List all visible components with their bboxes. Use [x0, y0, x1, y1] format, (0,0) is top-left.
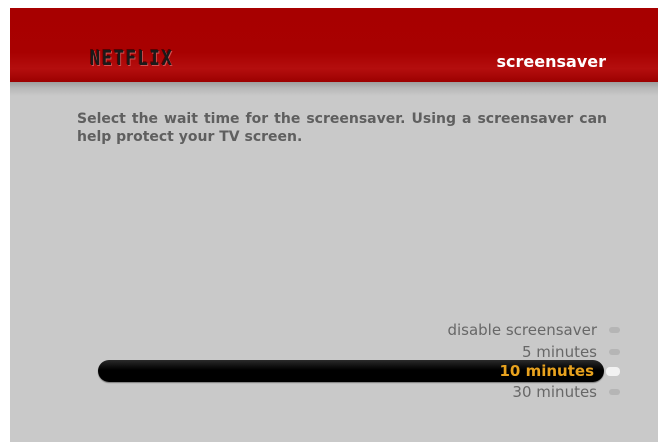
option-marker-icon: [609, 389, 620, 395]
option-label: 10 minutes: [499, 362, 595, 380]
option-marker-icon: [609, 327, 620, 333]
page-title: screensaver: [496, 52, 606, 71]
netflix-logo: NETFLIX: [90, 46, 174, 70]
option-disable-screensaver[interactable]: disable screensaver: [447, 319, 620, 341]
header-shadow: [10, 82, 658, 96]
option-label: 30 minutes: [512, 383, 597, 401]
screensaver-description: Select the wait time for the screensaver…: [77, 111, 607, 145]
header-bar: NETFLIX screensaver: [10, 8, 658, 82]
option-label: 5 minutes: [521, 343, 597, 361]
option-30-minutes[interactable]: 30 minutes: [512, 381, 620, 403]
option-10-minutes[interactable]: 10 minutes: [499, 360, 620, 382]
option-label: disable screensaver: [447, 321, 597, 339]
screensaver-screen: NETFLIX screensaver Select the wait time…: [10, 8, 658, 442]
option-marker-icon: [609, 349, 620, 355]
selected-marker-icon: [606, 366, 620, 376]
